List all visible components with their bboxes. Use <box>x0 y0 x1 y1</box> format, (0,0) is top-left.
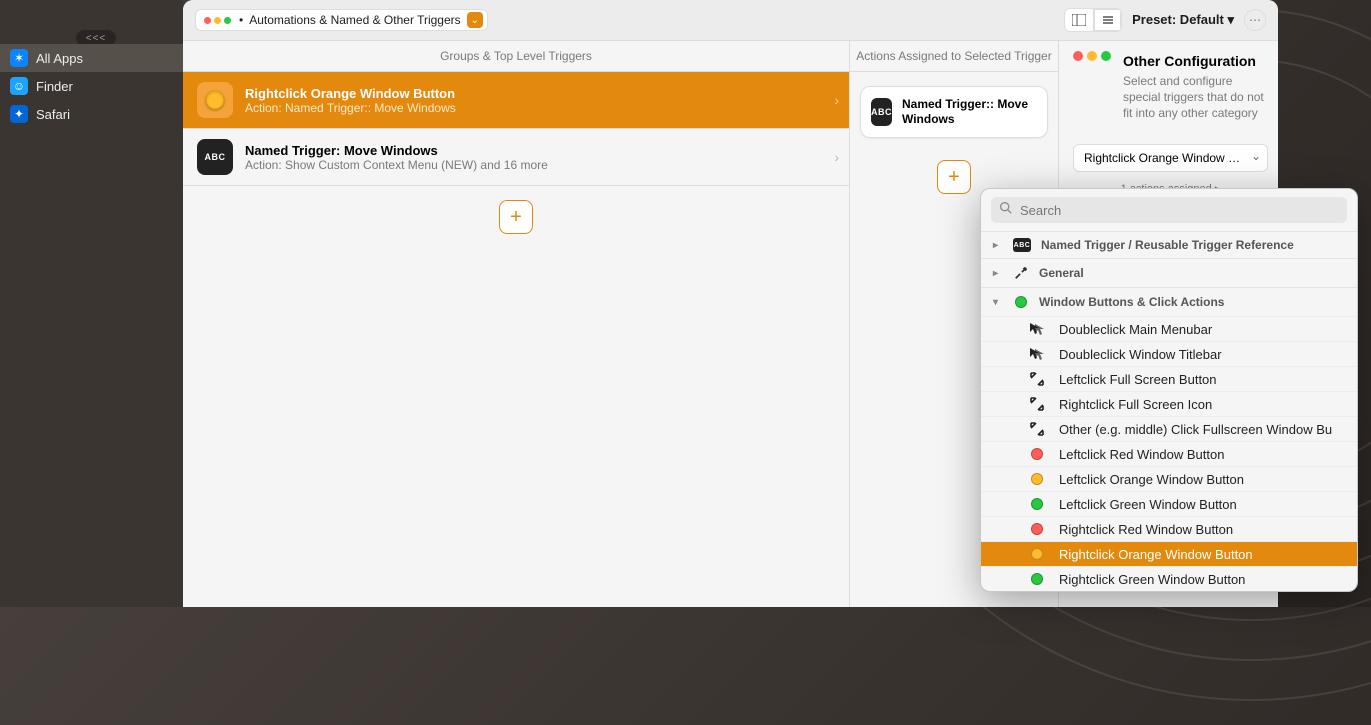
sidebar-item-label: All Apps <box>36 51 83 66</box>
trigger-title: Rightclick Orange Window Button <box>245 86 456 101</box>
globe-icon: ✶ <box>10 49 28 67</box>
popup-item[interactable]: Leftclick Green Window Button <box>981 491 1357 516</box>
popup-item-label: Rightclick Green Window Button <box>1059 572 1245 587</box>
popup-item-label: Other (e.g. middle) Click Fullscreen Win… <box>1059 422 1332 437</box>
action-card-title: Named Trigger:: Move Windows <box>902 97 1037 127</box>
sidebar-item-label: Finder <box>36 79 73 94</box>
add-action-button[interactable]: + <box>937 160 971 194</box>
breadcrumb-dot: • <box>239 13 243 27</box>
chevron-right-icon: ▸ <box>993 268 1003 279</box>
config-traffic-icon <box>1073 51 1111 116</box>
add-trigger-button[interactable]: + <box>499 200 533 234</box>
green-dot-icon <box>1029 571 1045 587</box>
list-icon <box>1101 14 1115 26</box>
popup-item[interactable]: Rightclick Red Window Button <box>981 516 1357 541</box>
popup-item[interactable]: Other (e.g. middle) Click Fullscreen Win… <box>981 416 1357 441</box>
trigger-subtitle: Action: Show Custom Context Menu (NEW) a… <box>245 158 548 172</box>
popup-section[interactable]: ▸ General <box>981 258 1357 287</box>
toolbar: • Automations & Named & Other Triggers ⌄… <box>183 0 1278 41</box>
preset-dropdown[interactable]: Preset: Default ▾ <box>1132 12 1234 28</box>
chevron-right-icon: › <box>834 92 839 108</box>
popup-item[interactable]: Doubleclick Window Titlebar <box>981 341 1357 366</box>
popup-item-list: Doubleclick Main Menubar Doubleclick Win… <box>981 316 1357 591</box>
context-traffic-icon <box>204 17 231 24</box>
trigger-subtitle: Action: Named Trigger:: Move Windows <box>245 101 456 115</box>
config-description: Select and configure special triggers th… <box>1123 73 1268 122</box>
popup-item[interactable]: Doubleclick Main Menubar <box>981 316 1357 341</box>
popup-section[interactable]: ▾ Window Buttons & Click Actions <box>981 287 1357 316</box>
app-sidebar: <<< ✶ All Apps ☺ Finder ✦ Safari <box>0 0 183 607</box>
popup-search-input[interactable] <box>1018 202 1339 219</box>
popup-item-label: Doubleclick Window Titlebar <box>1059 347 1222 362</box>
popup-item[interactable]: Leftclick Red Window Button <box>981 441 1357 466</box>
sidebar-item-all-apps[interactable]: ✶ All Apps <box>0 44 183 72</box>
more-menu-button[interactable]: ⋯ <box>1244 9 1266 31</box>
abc-icon: ABC <box>197 139 233 175</box>
sidebar-item-label: Safari <box>36 107 70 122</box>
trigger-type-picker[interactable]: Rightclick Orange Window B… <box>1073 144 1268 172</box>
arrows-out-icon <box>1029 421 1045 437</box>
arrows-out-icon <box>1029 396 1045 412</box>
sidebar-item-safari[interactable]: ✦ Safari <box>0 100 183 128</box>
red-dot-icon <box>1029 446 1045 462</box>
popup-item-label: Leftclick Orange Window Button <box>1059 472 1244 487</box>
actions-pane-header: Actions Assigned to Selected Trigger <box>850 41 1058 72</box>
popup-item-label: Leftclick Full Screen Button <box>1059 372 1217 387</box>
trigger-title: Named Trigger: Move Windows <box>245 143 548 158</box>
popup-item[interactable]: Rightclick Full Screen Icon <box>981 391 1357 416</box>
popup-item-label: Doubleclick Main Menubar <box>1059 322 1212 337</box>
columns-icon <box>1072 14 1086 26</box>
sidebar-toggle-button[interactable] <box>1065 9 1093 31</box>
popup-item[interactable]: Leftclick Full Screen Button <box>981 366 1357 391</box>
trigger-row[interactable]: Rightclick Orange Window Button Action: … <box>183 72 849 129</box>
abc-icon: ABC <box>1013 238 1031 252</box>
arrows-out-icon <box>1029 371 1045 387</box>
green-dot-icon <box>1013 294 1029 310</box>
popup-item-label: Leftclick Red Window Button <box>1059 447 1224 462</box>
popup-section[interactable]: ▸ ABC Named Trigger / Reusable Trigger R… <box>981 231 1357 258</box>
chevron-down-icon[interactable]: ⌄ <box>467 12 483 28</box>
popup-item-label: Rightclick Red Window Button <box>1059 522 1233 537</box>
popup-item[interactable]: Rightclick Orange Window Button <box>981 541 1357 566</box>
trigger-row[interactable]: ABC Named Trigger: Move Windows Action: … <box>183 129 849 186</box>
popup-item-label: Rightclick Full Screen Icon <box>1059 397 1212 412</box>
finder-icon: ☺ <box>10 77 28 95</box>
popup-section-label: Named Trigger / Reusable Trigger Referen… <box>1041 238 1294 252</box>
config-title: Other Configuration <box>1123 53 1268 69</box>
abc-icon: ABC <box>871 98 892 126</box>
popup-item[interactable]: Rightclick Green Window Button <box>981 566 1357 591</box>
triggers-pane-header: Groups & Top Level Triggers <box>183 41 849 72</box>
search-icon <box>999 201 1012 219</box>
view-mode-segmented[interactable] <box>1064 8 1122 32</box>
chevron-down-icon: ▾ <box>993 297 1003 308</box>
action-card[interactable]: ABC Named Trigger:: Move Windows <box>860 86 1048 138</box>
green-dot-icon <box>1029 496 1045 512</box>
chevron-right-icon: › <box>834 149 839 165</box>
red-dot-icon <box>1029 521 1045 537</box>
breadcrumb-title: Automations & Named & Other Triggers <box>249 13 460 27</box>
popup-section-label: Window Buttons & Click Actions <box>1039 295 1224 309</box>
popup-section-label: General <box>1039 266 1084 280</box>
triggers-pane: Groups & Top Level Triggers Rightclick O… <box>183 41 849 607</box>
double-cursor-icon <box>1029 346 1045 362</box>
popup-item-label: Leftclick Green Window Button <box>1059 497 1237 512</box>
trigger-type-popup: ▸ ABC Named Trigger / Reusable Trigger R… <box>980 188 1358 592</box>
tools-icon <box>1013 265 1029 281</box>
safari-icon: ✦ <box>10 105 28 123</box>
breadcrumb[interactable]: • Automations & Named & Other Triggers ⌄ <box>195 9 488 31</box>
popup-item-label: Rightclick Orange Window Button <box>1059 547 1253 562</box>
double-cursor-icon <box>1029 321 1045 337</box>
orange-window-icon <box>197 82 233 118</box>
popup-item[interactable]: Leftclick Orange Window Button <box>981 466 1357 491</box>
chevron-right-icon: ▸ <box>993 240 1003 251</box>
popup-search[interactable] <box>991 197 1347 223</box>
orange-dot-icon <box>1029 471 1045 487</box>
sidebar-item-finder[interactable]: ☺ Finder <box>0 72 183 100</box>
list-view-button[interactable] <box>1093 9 1121 31</box>
orange-dot-icon <box>1029 546 1045 562</box>
